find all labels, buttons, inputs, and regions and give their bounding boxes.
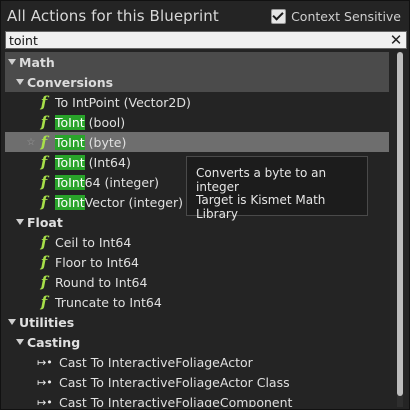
function-icon: f xyxy=(40,173,48,191)
action-toint-bool[interactable]: f ToInt (bool) xyxy=(5,112,389,132)
action-truncate-to-int64[interactable]: f Truncate to Int64 xyxy=(5,292,389,312)
scrollbar[interactable] xyxy=(397,52,403,407)
expand-arrow-icon[interactable] xyxy=(16,339,24,345)
function-icon: f xyxy=(40,193,48,211)
cast-arrow-icon: ↦• xyxy=(37,375,53,389)
menu-title: All Actions for this Blueprint xyxy=(7,7,219,25)
cast-arrow-icon: ↦• xyxy=(37,395,53,408)
match-highlight: ToInt xyxy=(55,154,85,170)
action-label: 64 (integer) xyxy=(84,174,160,190)
function-icon: f xyxy=(40,293,48,311)
action-cast-foliage-actor[interactable]: ↦• Cast To InteractiveFoliageActor xyxy=(5,352,389,372)
close-icon[interactable]: ✕ xyxy=(389,32,403,48)
expand-arrow-icon[interactable] xyxy=(8,319,16,325)
action-ceil-to-int64[interactable]: f Ceil to Int64 xyxy=(5,232,389,252)
checkbox-icon[interactable] xyxy=(271,9,287,24)
action-round-to-int64[interactable]: f Round to Int64 xyxy=(5,272,389,292)
expand-arrow-icon[interactable] xyxy=(16,79,24,85)
function-icon: f xyxy=(40,273,48,291)
category-label: Conversions xyxy=(27,74,114,90)
action-label: (bool) xyxy=(84,114,126,130)
action-to-intpoint[interactable]: f To IntPoint (Vector2D) xyxy=(5,92,389,112)
favorite-star-icon[interactable]: ☆ xyxy=(25,137,37,148)
category-conversions[interactable]: Conversions xyxy=(5,72,389,92)
action-label: Round to Int64 xyxy=(55,274,148,290)
action-label: (byte) xyxy=(84,134,127,150)
match-highlight: ToInt xyxy=(55,194,85,210)
action-label: Truncate to Int64 xyxy=(55,294,162,310)
expand-arrow-icon[interactable] xyxy=(8,59,16,65)
context-sensitive-label: Context Sensitive xyxy=(291,9,401,24)
category-utilities[interactable]: Utilities xyxy=(5,312,389,332)
function-icon: f xyxy=(40,113,48,131)
tooltip: Converts a byte to an integer Target is … xyxy=(186,156,368,221)
category-label: Math xyxy=(19,54,55,70)
function-icon: f xyxy=(40,93,48,111)
action-label: Cast To InteractiveFoliageActor Class xyxy=(59,374,290,390)
action-toint-byte[interactable]: ☆ f ToInt (byte) xyxy=(5,132,389,152)
action-label: Vector (integer) xyxy=(84,194,183,210)
expand-arrow-icon[interactable] xyxy=(16,219,24,225)
action-label: (Int64) xyxy=(84,154,131,170)
action-label: Cast To InteractiveFoliageActor xyxy=(59,354,253,370)
function-icon: f xyxy=(40,253,48,271)
context-sensitive-toggle[interactable]: Context Sensitive xyxy=(271,9,401,24)
match-highlight: ToInt xyxy=(55,134,85,150)
action-label: Cast To InteractiveFoliageComponent xyxy=(59,394,293,408)
function-icon: f xyxy=(40,233,48,251)
action-label: Floor to Int64 xyxy=(55,254,140,270)
action-floor-to-int64[interactable]: f Floor to Int64 xyxy=(5,252,389,272)
category-label: Utilities xyxy=(19,314,75,330)
action-cast-foliage-actor-class[interactable]: ↦• Cast To InteractiveFoliageActor Class xyxy=(5,372,389,392)
match-highlight: ToInt xyxy=(55,174,85,190)
search-input[interactable] xyxy=(9,32,379,48)
function-icon: f xyxy=(40,133,48,151)
action-label: Ceil to Int64 xyxy=(55,234,132,250)
action-tree: Math Conversions f To IntPoint (Vector2D… xyxy=(5,52,389,407)
cast-arrow-icon: ↦• xyxy=(37,355,53,369)
match-highlight: ToInt xyxy=(55,114,85,130)
action-label: To IntPoint (Vector2D) xyxy=(55,94,191,110)
category-math[interactable]: Math xyxy=(5,52,389,72)
search-box[interactable]: ✕ xyxy=(5,31,407,49)
tooltip-target: Target is Kismet Math Library xyxy=(196,193,326,221)
category-casting[interactable]: Casting xyxy=(5,332,389,352)
scrollbar-thumb[interactable] xyxy=(397,52,403,396)
action-menu-panel: All Actions for this Blueprint Context S… xyxy=(0,0,410,410)
function-icon: f xyxy=(40,153,48,171)
category-label: Float xyxy=(27,214,63,230)
tooltip-description: Converts a byte to an integer xyxy=(196,166,327,194)
category-label: Casting xyxy=(27,334,81,350)
action-cast-foliage-component[interactable]: ↦• Cast To InteractiveFoliageComponent xyxy=(5,392,389,408)
